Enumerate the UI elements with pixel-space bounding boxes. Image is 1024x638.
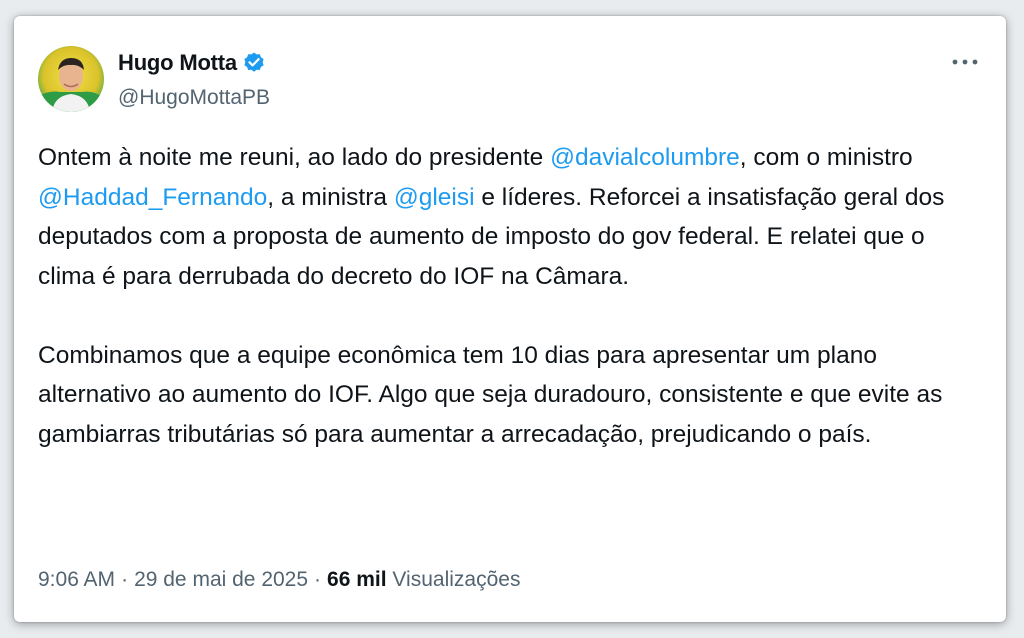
views-label: Visualizações (392, 568, 521, 591)
tweet-time[interactable]: 9:06 AM (38, 568, 115, 591)
avatar-image (38, 46, 104, 112)
verified-badge-icon (242, 51, 266, 75)
mention-link-davialcolumbre[interactable]: @davialcolumbre (550, 144, 740, 171)
author-name-row[interactable]: Hugo Motta (118, 50, 266, 76)
tweet-paragraph-2: Combinamos que a equipe econômica tem 10… (38, 341, 943, 448)
text-segment: , com o ministro (739, 144, 913, 171)
tweet-text: Ontem à noite me reuni, ao lado do presi… (38, 138, 982, 454)
author-handle[interactable]: @HugoMottaPB (118, 86, 270, 110)
mention-link-gleisi[interactable]: @gleisi (394, 184, 475, 211)
views-count: 66 mil (327, 568, 387, 591)
text-segment: , a ministra (267, 183, 394, 211)
meta-separator: · (121, 568, 129, 591)
more-options-icon[interactable] (948, 50, 982, 74)
tweet-paragraph-1: Ontem à noite me reuni, ao lado do presi… (38, 138, 982, 296)
tweet-meta: 9:06 AM · 29 de mai de 2025 · 66 mil Visuali… (38, 568, 520, 592)
avatar[interactable] (38, 46, 104, 112)
text-segment: Ontem à noite me reuni, ao lado do presi… (38, 144, 551, 171)
meta-separator: · (314, 568, 322, 591)
tweet-card: Hugo Motta @HugoMottaPB Ontem à noite me… (14, 16, 1006, 622)
mention-link-haddad-fernando[interactable]: @Haddad_Fernando (38, 184, 267, 211)
tweet-date[interactable]: 29 de mai de 2025 (134, 568, 308, 591)
author-display-name[interactable]: Hugo Motta (118, 50, 237, 76)
